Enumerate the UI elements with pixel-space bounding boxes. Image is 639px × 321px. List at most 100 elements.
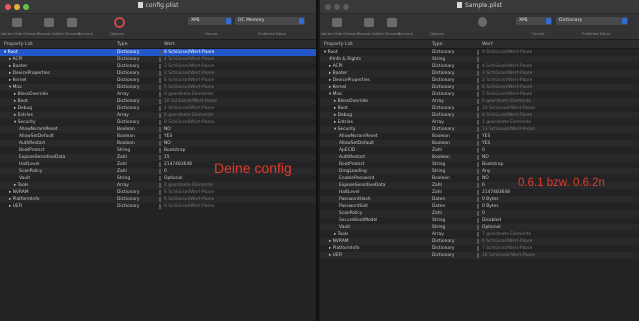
stepper-icon[interactable] [159,85,161,90]
row-value[interactable]: 4 Schlüssel/Wert-Paare [482,64,532,69]
stepper-icon[interactable] [477,155,479,160]
table-row[interactable]: BootProtect String Bootstrap [320,161,639,168]
stepper-icon[interactable] [159,190,161,195]
row-value[interactable]: 6 [482,183,485,188]
table-row[interactable]: ▸ Entries Array 1 geordnete Elemente [320,119,639,126]
row-type[interactable]: Dictionary [432,85,455,90]
row-type[interactable]: Array [432,99,444,104]
row-value[interactable]: 2 Schlüssel/Wert-Paare [482,78,532,83]
table-row[interactable]: AllowNvramReset Boolean NO [0,126,316,133]
table-row[interactable]: AllowNvramReset Boolean YES [320,133,639,140]
row-value[interactable]: 0 [482,211,485,216]
table-row[interactable]: ▸ Kernel Dictionary 6 Schlüssel/Wert-Paare [320,84,639,91]
row-value[interactable]: 10 Schlüssel/Wert-Paare [482,106,535,111]
row-type[interactable]: Boolean [432,141,450,146]
stepper-icon[interactable] [159,169,161,174]
column-value-header[interactable]: Wert [482,42,493,47]
row-type[interactable]: Boolean [432,134,450,139]
table-row[interactable]: BootProtect String Bootstrap [0,147,316,154]
row-type[interactable]: Dictionary [117,99,140,104]
stepper-icon[interactable] [477,141,479,146]
row-value[interactable]: 0 geordnete Elemente [482,99,531,104]
row-value[interactable]: 4 Schlüssel/Wert-Paare [164,106,214,111]
row-value[interactable]: 13 Schlüssel/Wert-Paare [482,127,535,132]
row-type[interactable]: Array [432,120,444,125]
stepper-icon[interactable] [477,92,479,97]
stop-icon[interactable] [114,17,125,28]
stepper-icon[interactable] [477,176,479,181]
row-type[interactable]: Zahl [117,169,127,174]
row-value[interactable]: 15 [164,155,170,160]
stepper-icon[interactable] [477,239,479,244]
eye-icon[interactable] [332,18,342,27]
column-key-header[interactable]: Property List [324,42,353,47]
row-value[interactable]: 1 geordnete Elemente [482,120,531,125]
table-row[interactable]: HaltLevel Zahl 2147483648 [320,189,639,196]
stepper-icon[interactable] [159,106,161,111]
row-value[interactable]: 0 Bytes [482,197,499,202]
row-value[interactable]: Bootstrap [482,162,503,167]
eye-icon[interactable] [12,18,22,27]
row-type[interactable]: Dictionary [117,190,140,195]
row-type[interactable]: String [117,176,130,181]
stepper-icon[interactable] [477,246,479,251]
row-type[interactable]: Zahl [117,155,127,160]
row-value[interactable]: 6 Schlüssel/Wert-Paare [482,85,532,90]
row-value[interactable]: 6 Schlüssel/Wert-Paare [164,197,214,202]
table-row[interactable]: ▸ Debug Dictionary 6 Schlüssel/Wert-Paare [320,112,639,119]
table-row[interactable]: ▸ NVRAM Dictionary 6 Schlüssel/Wert-Paare [0,189,316,196]
row-value[interactable]: 10 Schlüssel/Wert-Paare [164,99,217,104]
table-row[interactable]: ▾ Security Dictionary 9 Schlüssel/Wert-Paa… [0,119,316,126]
stepper-icon[interactable] [477,57,479,62]
row-value[interactable]: 2 Schlüssel/Wert-Paare [164,71,214,76]
row-type[interactable]: Zahl [432,183,442,188]
table-row[interactable]: ▸ UEFI Dictionary 9 Schlüssel/Wert-Paare [0,203,316,210]
table-row[interactable]: ▸ Debug Dictionary 4 Schlüssel/Wert-Paare [0,105,316,112]
row-type[interactable]: Dictionary [117,50,140,55]
stepper-icon[interactable] [477,85,479,90]
stepper-icon[interactable] [477,127,479,132]
row-value[interactable]: 7 Schlüssel/Wert-Paare [482,246,532,251]
stepper-icon[interactable] [477,183,479,188]
table-row[interactable]: AuthRestart Boolean NO [320,154,639,161]
table-row[interactable]: ApECID Zahl 0 [320,147,639,154]
row-value[interactable]: 6 Schlüssel/Wert-Paare [164,190,214,195]
row-type[interactable]: String [432,57,445,62]
row-type[interactable]: Zahl [117,162,127,167]
row-value[interactable]: 6 Schlüssel/Wert-Paare [482,113,532,118]
table-row[interactable]: ▸ Boot Dictionary 10 Schlüssel/Wert-Paare [320,105,639,112]
options-icon[interactable] [478,17,487,27]
row-type[interactable]: Boolean [432,155,450,160]
stepper-icon[interactable] [477,99,479,104]
stepper-icon[interactable] [477,134,479,139]
row-value[interactable]: 4 Schlüssel/Wert-Paare [164,57,214,62]
stepper-icon[interactable] [159,176,161,181]
stepper-icon[interactable] [477,211,479,216]
row-value[interactable]: 2147483648 [482,190,510,195]
format-select[interactable]: XML [516,17,552,25]
row-type[interactable]: String [432,169,445,174]
stepper-icon[interactable] [477,190,479,195]
table-row[interactable]: ▸ BlessOverride Array 0 geordnete Elemente [0,91,316,98]
stepper-icon[interactable] [159,99,161,104]
row-type[interactable]: Dictionary [432,71,455,76]
table-row[interactable]: ▾ Misc Dictionary 5 Schlüssel/Wert-Paare [320,91,639,98]
stepper-icon[interactable] [477,64,479,69]
stepper-icon[interactable] [477,218,479,223]
row-value[interactable]: 0 [482,148,485,153]
row-value[interactable]: Optional [482,225,501,230]
row-type[interactable]: Boolean [117,141,135,146]
row-type[interactable]: Zahl [432,211,442,216]
stepper-icon[interactable] [159,134,161,139]
column-value-header[interactable]: Wert [164,42,175,47]
table-row[interactable]: ▸ Tools Array 2 geordnete Elemente [0,182,316,189]
table-row[interactable]: ▸ NVRAM Dictionary 6 Schlüssel/Wert-Paare [320,238,639,245]
stepper-icon[interactable] [159,155,161,160]
row-value[interactable]: 3 Schlüssel/Wert-Paare [164,64,214,69]
table-row[interactable]: ▸ PlatformInfo Dictionary 7 Schlüssel/Wert… [320,245,639,252]
column-type-header[interactable]: Type [117,42,128,47]
row-value[interactable]: 9 Schlüssel/Wert-Paare [164,120,214,125]
row-value[interactable]: Bootstrap [164,148,185,153]
table-row[interactable]: ▸ UEFI Dictionary 10 Schlüssel/Wert-Paare [320,252,639,259]
row-type[interactable]: String [432,218,445,223]
